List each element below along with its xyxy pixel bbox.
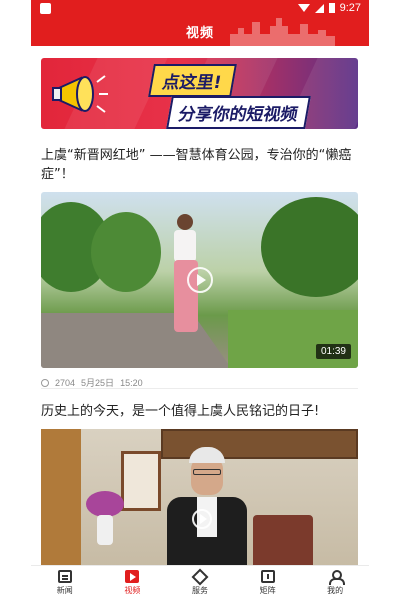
tab-label: 我的 — [327, 586, 344, 595]
video-card[interactable]: 历史上的今天，是一个值得上虞人民铭记的日子! — [41, 402, 358, 565]
play-icon[interactable] — [192, 509, 212, 529]
publish-time: 15:20 — [120, 377, 143, 388]
tab-profile[interactable]: 我的 — [301, 566, 369, 600]
banner-subheadline: 分享你的短视频 — [166, 96, 311, 129]
video-feed[interactable]: 点这里! 分享你的短视频 上虞“新晋网红地” ——智慧体育公园，专治你的“懒癌症… — [31, 46, 369, 565]
signal-icon — [314, 3, 324, 13]
video-title[interactable]: 历史上的今天，是一个值得上虞人民铭记的日子! — [41, 402, 358, 421]
view-count-icon — [41, 378, 49, 387]
service-icon — [191, 568, 209, 586]
status-time: 9:27 — [339, 2, 361, 14]
tab-label: 视频 — [124, 586, 141, 595]
tab-label: 矩阵 — [259, 586, 276, 595]
elderly-man-figure — [167, 447, 247, 565]
divider — [41, 388, 358, 389]
banner-headline: 点这里! — [148, 64, 237, 97]
bottom-tab-bar: 新闻 视频 服务 矩阵 我的 — [31, 565, 369, 600]
status-icons: 9:27 — [297, 2, 361, 14]
news-icon — [57, 570, 72, 583]
video-card[interactable]: 上虞“新晋网红地” ——智慧体育公园，专治你的“懒癌症”！ 01:39 2704… — [41, 146, 358, 389]
share-video-banner[interactable]: 点这里! 分享你的短视频 — [41, 58, 358, 129]
video-title[interactable]: 上虞“新晋网红地” ——智慧体育公园，专治你的“懒癌症”！ — [41, 146, 358, 184]
profile-icon — [329, 570, 346, 585]
tab-video[interactable]: 视频 — [99, 566, 167, 600]
video-icon — [125, 570, 140, 583]
app-header: 9:27 视频 — [31, 0, 369, 46]
video-thumbnail[interactable] — [41, 429, 358, 565]
video-thumbnail[interactable]: 01:39 — [41, 192, 358, 368]
tab-label: 新闻 — [56, 586, 73, 595]
tab-service[interactable]: 服务 — [166, 566, 234, 600]
tab-matrix[interactable]: 矩阵 — [234, 566, 302, 600]
page-title: 视频 — [185, 26, 214, 41]
tab-news[interactable]: 新闻 — [31, 566, 99, 600]
play-icon[interactable] — [186, 267, 213, 293]
matrix-icon — [260, 570, 275, 583]
tab-label: 服务 — [191, 586, 208, 595]
megaphone-icon — [52, 75, 108, 113]
battery-icon — [328, 3, 335, 13]
video-duration: 01:39 — [315, 344, 351, 359]
view-count: 2704 — [55, 377, 76, 388]
wifi-icon — [297, 4, 310, 12]
app-notification-icon — [40, 3, 51, 14]
